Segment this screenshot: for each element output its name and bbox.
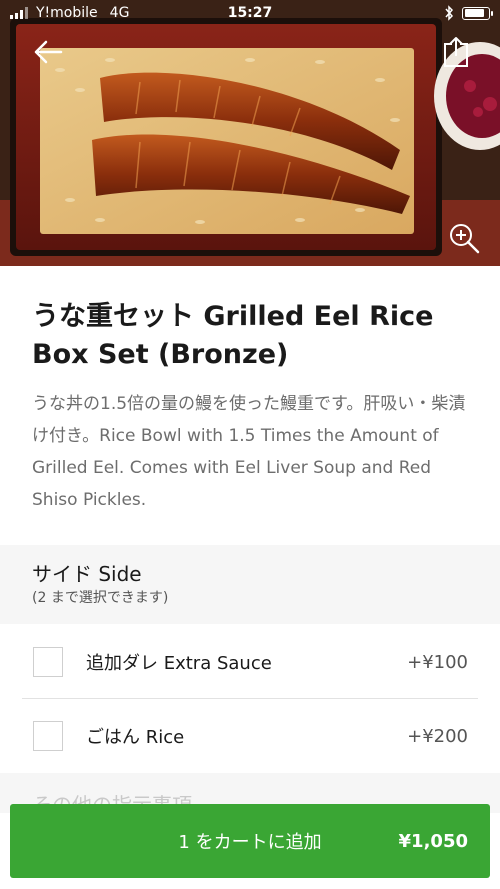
option-label: 追加ダレ Extra Sauce [86,653,272,674]
option-price: +¥200 [407,725,468,747]
battery-icon [462,6,493,20]
clock: 15:27 [227,5,273,21]
share-icon [444,37,468,67]
item-title: うな重セット Grilled Eel Rice Box Set (Bronze) [32,301,434,370]
options-section-title: サイド Side [32,562,142,586]
option-row-rice[interactable]: ごはん Rice +¥200 [0,699,500,773]
item-description: うな丼の1.5倍の量の鰻を使った鰻重です。肝吸い・柴漬け付き。Rice Bowl… [32,394,466,510]
hero-food-image: Y!mobile 4G 15:27 [0,0,500,266]
add-to-cart-button[interactable]: 1 をカートに追加 ¥1,050 [10,804,490,878]
back-button[interactable] [28,32,68,72]
share-button[interactable] [436,32,476,72]
extra-sauce-checkbox[interactable] [33,647,63,677]
option-row-extra-sauce[interactable]: 追加ダレ Extra Sauce +¥100 [0,625,500,699]
eel-rice-box-illustration [0,0,500,266]
status-bar: Y!mobile 4G 15:27 [0,0,500,26]
options-section-subtitle: (2 まで選択できます) [32,590,169,606]
battery-level-fill [464,9,485,17]
option-label: ごはん Rice [86,727,185,748]
cart-total-price: ¥1,050 [398,830,468,852]
zoom-in-icon [450,224,480,254]
option-price: +¥100 [407,651,468,673]
back-arrow-icon [34,40,63,64]
rice-checkbox[interactable] [33,721,63,751]
zoom-button[interactable] [444,218,484,258]
options-section-header: サイド Side (2 まで選択できます) [0,545,500,624]
